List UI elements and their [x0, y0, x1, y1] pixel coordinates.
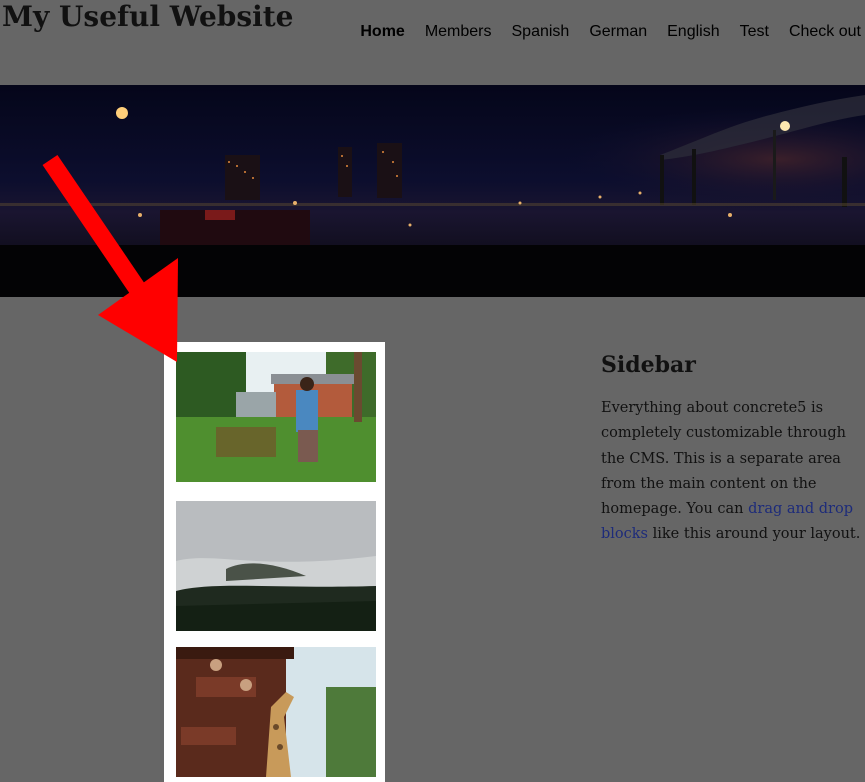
nav-item-spanish[interactable]: Spanish — [512, 23, 570, 41]
sidebar-text-after: like this around your layout. — [648, 526, 861, 543]
nav-item-check-out[interactable]: Check out — [789, 23, 861, 41]
image-gallery — [164, 342, 385, 782]
nav-item-home[interactable]: Home — [360, 23, 404, 41]
sidebar: Sidebar Everything about concrete5 is co… — [601, 352, 865, 548]
gallery-photo-misty-forest[interactable] — [176, 501, 376, 631]
site-title[interactable]: My Useful Website — [2, 0, 294, 33]
nav-item-english[interactable]: English — [667, 23, 719, 41]
main-nav: Home Members Spanish German English Test… — [360, 23, 861, 41]
gallery-photo-giraffe[interactable] — [176, 647, 376, 777]
nav-item-members[interactable]: Members — [425, 23, 492, 41]
nav-item-test[interactable]: Test — [740, 23, 769, 41]
sidebar-title: Sidebar — [601, 352, 696, 378]
sidebar-text: Everything about concrete5 is completely… — [601, 396, 865, 548]
sidebar-text-before: Everything about concrete5 is completely… — [601, 400, 846, 518]
nav-item-german[interactable]: German — [589, 23, 647, 41]
red-arrow-annotation — [42, 154, 178, 362]
gallery-photo-woman-farm[interactable] — [176, 352, 376, 482]
